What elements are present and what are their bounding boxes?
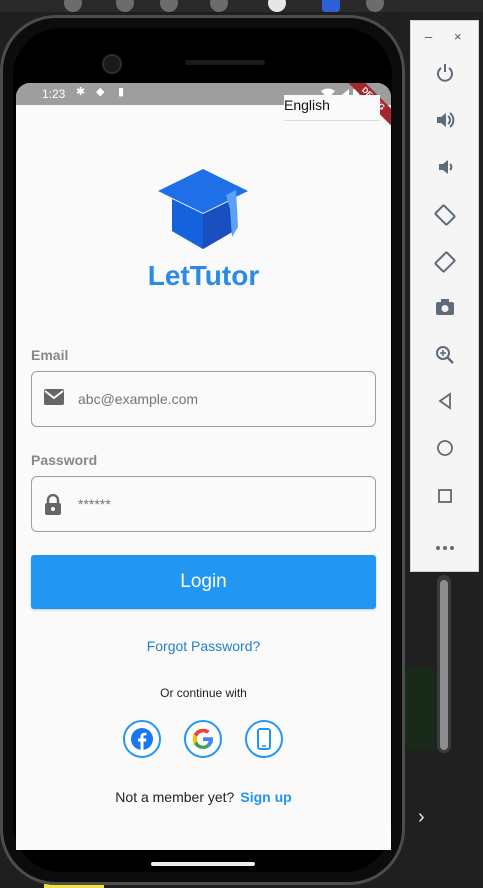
mail-icon: [44, 389, 66, 411]
password-field[interactable]: [31, 476, 376, 532]
login-button[interactable]: Login: [31, 555, 376, 609]
password-label: Password: [31, 452, 98, 468]
app-title: LetTutor: [147, 260, 260, 291]
email-label: Email: [31, 347, 69, 363]
desktop-extension-icon[interactable]: [322, 0, 340, 12]
overview-icon[interactable]: [433, 486, 457, 510]
earpiece-speaker: [185, 60, 265, 65]
front-camera: [102, 54, 122, 74]
phone-icon: [257, 728, 271, 750]
facebook-icon: [131, 728, 153, 750]
volume-down-icon[interactable]: [433, 157, 457, 181]
shield-icon: ◆: [96, 86, 105, 98]
desktop-star-icon[interactable]: [210, 0, 228, 12]
desktop-chevron-right-icon[interactable]: ›: [418, 806, 425, 829]
facebook-login-button[interactable]: [123, 720, 161, 758]
camera-icon[interactable]: [433, 298, 457, 322]
home-icon[interactable]: [433, 439, 457, 463]
app-screen: 1:23 ✱ ◆ ▮ DEBUG English LetTutor Email: [16, 83, 391, 850]
minimize-icon[interactable]: –: [425, 29, 432, 44]
status-time: 1:23: [42, 87, 66, 101]
not-member-text: Not a member yet?: [115, 789, 235, 805]
desktop-scrollbar-thumb[interactable]: [440, 580, 448, 750]
desktop-window-icon[interactable]: [160, 0, 178, 12]
lock-icon: [44, 493, 66, 516]
desktop-avatar-icon[interactable]: [268, 0, 286, 12]
google-login-button[interactable]: [184, 720, 222, 758]
rotate-left-icon[interactable]: [433, 204, 457, 228]
power-icon[interactable]: [433, 63, 457, 87]
email-field[interactable]: [31, 371, 376, 427]
sim-card-icon: ▮: [118, 86, 125, 98]
desktop-tab-icon[interactable]: [64, 0, 82, 12]
desktop-green-panel: [402, 668, 435, 750]
desktop-top-bar: [0, 0, 483, 12]
back-icon[interactable]: [433, 392, 457, 416]
graduation-cap-logo-icon: [158, 169, 248, 249]
sign-up-link[interactable]: Sign up: [240, 789, 291, 805]
forgot-password-link[interactable]: Forgot Password?: [16, 638, 391, 654]
desktop-search-icon[interactable]: [116, 0, 134, 12]
close-icon[interactable]: ×: [454, 29, 462, 44]
home-indicator[interactable]: [151, 862, 255, 866]
settings-icon: ✱: [76, 86, 86, 98]
phone-frame: 1:23 ✱ ◆ ▮ DEBUG English LetTutor Email: [0, 15, 405, 885]
phone-login-button[interactable]: [245, 720, 283, 758]
google-icon: [192, 728, 213, 749]
volume-up-icon[interactable]: [433, 110, 457, 134]
signup-row: Not a member yet? Sign up: [16, 789, 391, 805]
emulator-toolbar: – ×: [410, 20, 479, 572]
continue-with-text: Or continue with: [160, 686, 247, 700]
desktop-circle-icon[interactable]: [366, 0, 384, 12]
more-icon[interactable]: [433, 533, 457, 557]
email-input[interactable]: [78, 391, 358, 407]
zoom-icon[interactable]: [433, 345, 457, 369]
rotate-right-icon[interactable]: [433, 251, 457, 275]
password-input[interactable]: [78, 496, 358, 512]
language-selector[interactable]: English: [284, 95, 380, 121]
